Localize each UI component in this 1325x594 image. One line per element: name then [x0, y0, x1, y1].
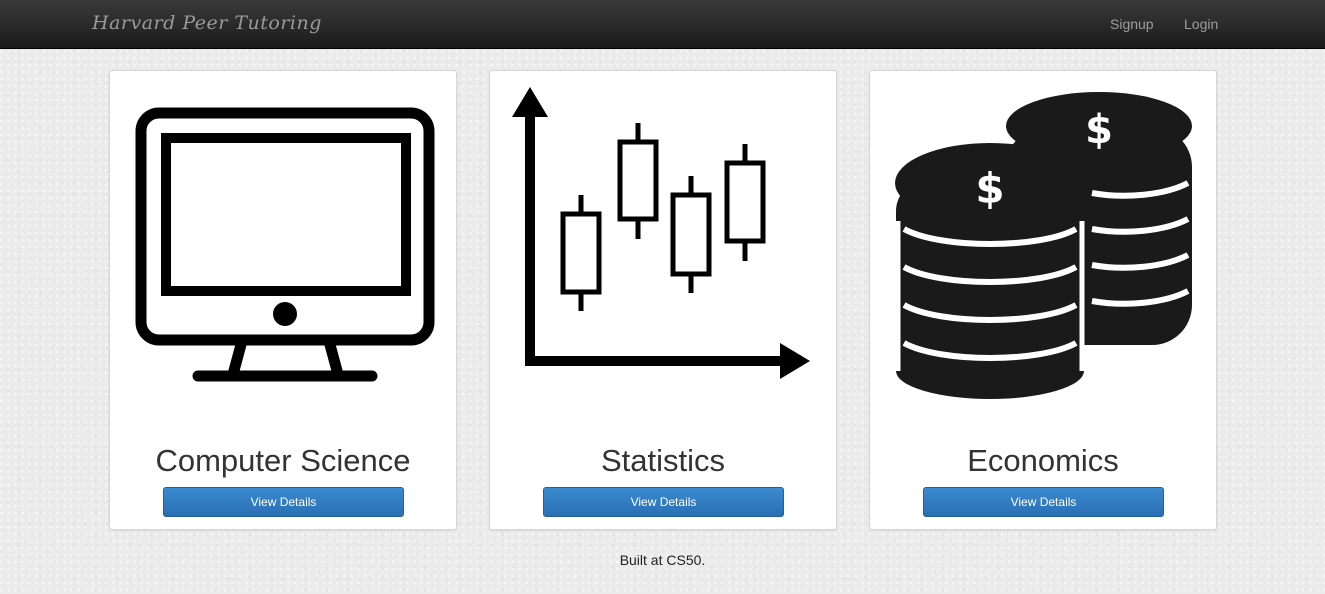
view-details-button[interactable]: View Details: [543, 487, 784, 517]
login-link[interactable]: Login: [1184, 16, 1218, 32]
card-title: Economics: [967, 443, 1119, 478]
computer-monitor-icon: [135, 107, 435, 382]
view-details-button[interactable]: View Details: [163, 487, 404, 517]
svg-text:$: $: [975, 164, 1004, 213]
coin-stacks-icon: $ $: [895, 92, 1192, 399]
footer-text: Built at CS50.: [619, 552, 706, 568]
candlestick-chart-icon: [512, 87, 810, 379]
card-title: Computer Science: [155, 443, 411, 478]
brand-logo[interactable]: Harvard Peer Tutoring: [92, 12, 322, 34]
subject-card-economics: $ $ Economics View Details: [869, 70, 1217, 530]
signup-link[interactable]: Signup: [1110, 16, 1154, 32]
view-details-button[interactable]: View Details: [923, 487, 1164, 517]
card-title: Statistics: [600, 443, 726, 478]
subject-card-statistics: Statistics View Details: [489, 70, 837, 530]
navbar: Harvard Peer Tutoring Signup Login: [0, 0, 1325, 49]
svg-text:$: $: [1085, 107, 1113, 153]
subject-card-computer-science: Computer Science View Details: [109, 70, 457, 530]
